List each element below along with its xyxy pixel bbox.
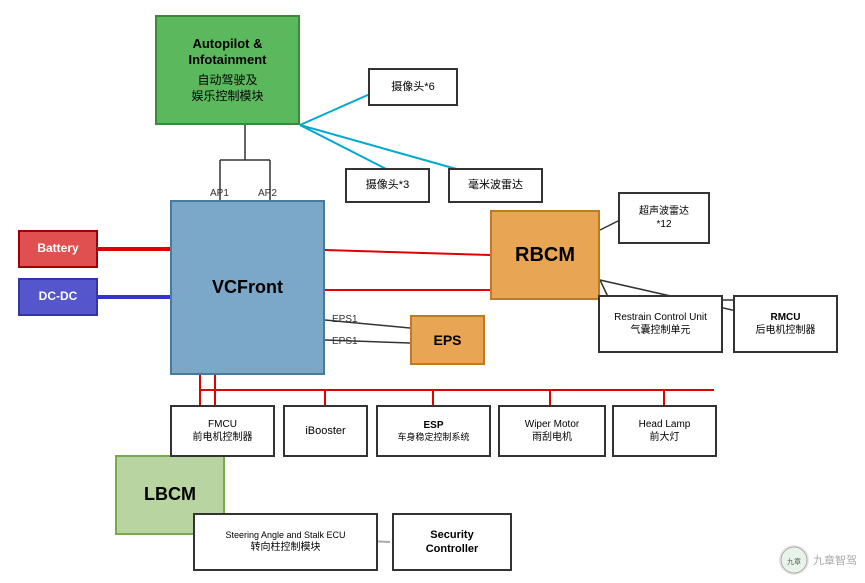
- eps1-bot-label: EPS1: [332, 336, 358, 347]
- rmcu-label-en: RMCU: [771, 311, 801, 324]
- watermark-logo: 九章: [779, 545, 809, 575]
- camera3-label: 摄像头*3: [366, 178, 409, 192]
- security-box: SecurityController: [392, 513, 512, 571]
- steering-label-cn: 转向柱控制模块: [251, 541, 321, 554]
- ibooster-label: iBooster: [305, 424, 345, 438]
- ap1-label: AP1: [210, 188, 229, 199]
- autopilot-label-en: Autopilot & Infotainment: [157, 36, 298, 70]
- camera3-box: 摄像头*3: [345, 168, 430, 203]
- headlamp-box: Head Lamp 前大灯: [612, 405, 717, 457]
- fmcu-box: FMCU 前电机控制器: [170, 405, 275, 457]
- vcfront-label: VCFront: [212, 276, 283, 299]
- security-label-en: SecurityController: [426, 528, 479, 557]
- wipermotor-box: Wiper Motor 雨刮电机: [498, 405, 606, 457]
- headlamp-label-cn: 前大灯: [650, 431, 680, 444]
- esp-box: ESP 车身稳定控制系统: [376, 405, 491, 457]
- autopilot-box: Autopilot & Infotainment 自动驾驶及娱乐控制模块: [155, 15, 300, 125]
- esp-label-en: ESP: [423, 419, 443, 432]
- steering-box: Steering Angle and Stalk ECU 转向柱控制模块: [193, 513, 378, 571]
- dcdc-label: DC-DC: [39, 289, 78, 305]
- autopilot-label-cn: 自动驾驶及娱乐控制模块: [191, 73, 263, 104]
- ibooster-box: iBooster: [283, 405, 368, 457]
- eps1-top-label: EPS1: [332, 314, 358, 325]
- rmcu-label-cn: 后电机控制器: [756, 324, 816, 337]
- restrain-label-cn: 气囊控制单元: [631, 324, 691, 337]
- ultrasonic-box: 超声波雷达*12: [618, 192, 710, 244]
- camera6-box: 摄像头*6: [368, 68, 458, 106]
- wipermotor-label-en: Wiper Motor: [525, 418, 579, 431]
- rmcu-box: RMCU 后电机控制器: [733, 295, 838, 353]
- battery-label: Battery: [37, 241, 78, 257]
- camera6-label: 摄像头*6: [391, 80, 434, 94]
- eps-label: EPS: [433, 331, 461, 349]
- rbcm-label: RBCM: [515, 242, 575, 268]
- wipermotor-label-cn: 雨刮电机: [532, 431, 572, 444]
- headlamp-label-en: Head Lamp: [639, 418, 691, 431]
- restrain-label-en: Restrain Control Unit: [614, 311, 707, 324]
- esp-label-cn: 车身稳定控制系统: [397, 432, 469, 444]
- watermark: 九章 九章智驾: [779, 545, 857, 575]
- restrain-box: Restrain Control Unit 气囊控制单元: [598, 295, 723, 353]
- rbcm-box: RBCM: [490, 210, 600, 300]
- lbcm-label: LBCM: [144, 483, 196, 506]
- vcfront-box: VCFront: [170, 200, 325, 375]
- ap2-label: AP2: [258, 188, 277, 199]
- dcdc-box: DC-DC: [18, 278, 98, 316]
- watermark-text: 九章智驾: [813, 552, 857, 568]
- radar-box: 毫米波雷达: [448, 168, 543, 203]
- steering-label-en: Steering Angle and Stalk ECU: [225, 530, 345, 542]
- ultrasonic-label: 超声波雷达*12: [639, 205, 689, 231]
- fmcu-label-cn: 前电机控制器: [193, 431, 253, 444]
- fmcu-label-en: FMCU: [208, 418, 237, 431]
- radar-label: 毫米波雷达: [468, 178, 523, 192]
- eps-box: EPS: [410, 315, 485, 365]
- battery-box: Battery: [18, 230, 98, 268]
- diagram: Autopilot & Infotainment 自动驾驶及娱乐控制模块 VCF…: [0, 0, 865, 583]
- svg-text:九章: 九章: [787, 557, 801, 566]
